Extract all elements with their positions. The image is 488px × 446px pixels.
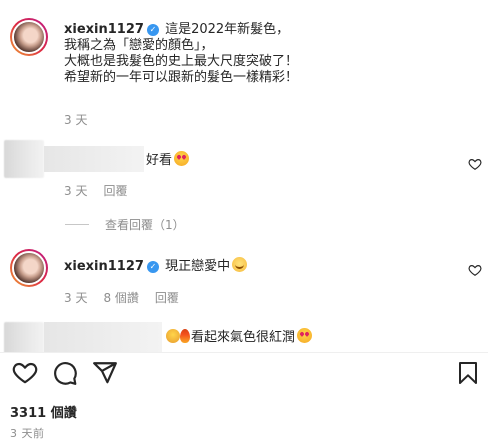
- avatar[interactable]: [10, 249, 48, 287]
- comment-2-username[interactable]: xiexin1127: [64, 259, 144, 274]
- view-replies-line: [65, 224, 89, 225]
- comment-1-like-heart-icon[interactable]: [468, 157, 482, 171]
- caption-line-4: 希望新的一年可以跟新的髮色一樣精彩！: [64, 70, 299, 85]
- comment-2-time: 3 天: [64, 291, 88, 305]
- caption-line-2: 我稱之為「戀愛的顏色」，: [64, 38, 214, 53]
- verified-badge-icon: ✓: [146, 24, 159, 36]
- comment-2-text: xiexin1127 ✓ 現正戀愛中: [64, 257, 248, 275]
- heart-icon[interactable]: [12, 360, 38, 386]
- blurred-username: [44, 322, 162, 352]
- comment-icon[interactable]: [52, 360, 78, 386]
- bookmark-icon[interactable]: [456, 360, 480, 386]
- divider: [0, 352, 488, 353]
- smiling-blush-emoji: [232, 257, 248, 272]
- verified-badge-icon: ✓: [146, 261, 159, 273]
- avatar[interactable]: [10, 18, 48, 56]
- caption-time: 3 天: [64, 113, 88, 127]
- blurred-avatar: [4, 322, 44, 352]
- caption-username[interactable]: xiexin1127: [64, 22, 144, 37]
- heart-eyes-emoji: [174, 151, 190, 166]
- comment-2-like-heart-icon[interactable]: [468, 263, 482, 277]
- caption: xiexin1127 ✓ 這是2022年新髮色， 我稱之為「戀愛的顏色」， 大概也…: [64, 22, 464, 86]
- comment-2-reply-button[interactable]: 回覆: [155, 291, 179, 305]
- comment-3-text: 看起來氣色很紅潤: [166, 328, 313, 346]
- blurred-username: [44, 146, 144, 172]
- comment-1-text: 好看: [146, 151, 190, 169]
- likes-count[interactable]: 3311 個讚: [10, 402, 77, 421]
- caption-line-3: 大概也是我髮色的史上最大尺度突破了！: [64, 54, 299, 69]
- blurred-avatar: [4, 140, 44, 178]
- caption-line-1: 這是2022年新髮色，: [165, 22, 290, 37]
- comments-section: xiexin1127 ✓ 這是2022年新髮色， 我稱之為「戀愛的顏色」， 大概也…: [0, 0, 488, 352]
- comment-1-meta: 3 天 回覆: [64, 182, 143, 199]
- post-time: 3 天前: [10, 427, 45, 440]
- comment-2-meta: 3 天 8 個讚 回覆: [64, 289, 195, 306]
- heart-eyes-emoji: [297, 328, 313, 343]
- action-bar: [0, 360, 488, 386]
- comment-1-time: 3 天: [64, 184, 88, 198]
- comment-2-likes[interactable]: 8 個讚: [103, 291, 138, 305]
- comment-1-reply-button[interactable]: 回覆: [103, 184, 127, 198]
- view-replies-button[interactable]: 查看回覆（1）: [65, 216, 185, 233]
- fire-emoji: [180, 329, 190, 343]
- screaming-face-emoji: [166, 329, 180, 343]
- paper-plane-icon[interactable]: [92, 360, 118, 386]
